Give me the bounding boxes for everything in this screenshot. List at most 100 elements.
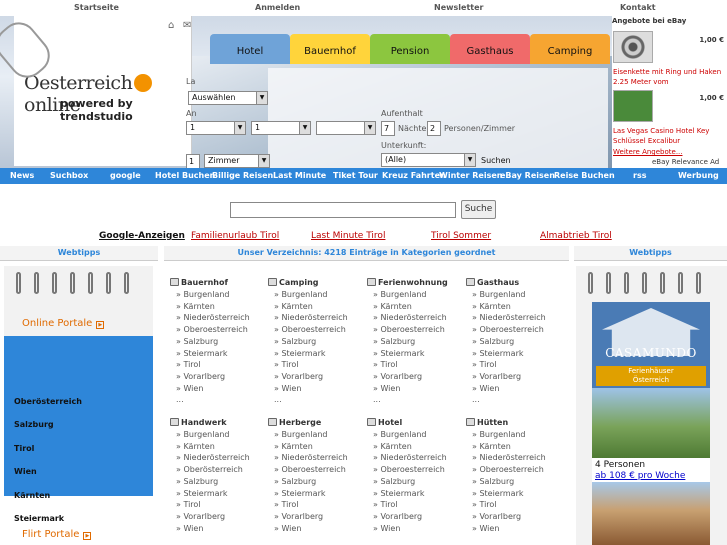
unterkunft-select[interactable]: (Alle) ▼: [381, 153, 476, 167]
category-item[interactable]: » Tirol: [466, 499, 546, 511]
category-item[interactable]: » Steiermark: [268, 488, 348, 500]
category-item[interactable]: » Vorarlberg: [170, 511, 250, 523]
nav-google[interactable]: google: [110, 171, 141, 180]
category-item[interactable]: » Kärnten: [466, 441, 546, 453]
tab-pension[interactable]: Pension: [370, 34, 450, 64]
category-title[interactable]: Camping: [268, 278, 348, 287]
category-item[interactable]: » Salzburg: [170, 336, 250, 348]
category-item[interactable]: » Vorarlberg: [466, 511, 546, 523]
ad-link[interactable]: Almabtrieb Tirol: [540, 231, 612, 241]
category-item[interactable]: » Vorarlberg: [367, 371, 448, 383]
nav-werbung[interactable]: Werbung: [678, 171, 719, 180]
category-item[interactable]: » Salzburg: [466, 336, 546, 348]
category-item[interactable]: » Tirol: [170, 359, 250, 371]
tab-bauernhof[interactable]: Bauernhof: [290, 34, 370, 64]
category-title[interactable]: Bauernhof: [170, 278, 250, 287]
extra-select[interactable]: ▼: [316, 121, 376, 135]
category-item[interactable]: » Oberoesterreich: [367, 464, 447, 476]
ad-link[interactable]: Last Minute Tirol: [311, 231, 385, 241]
category-item[interactable]: » Oberösterreich: [170, 464, 250, 476]
category-item[interactable]: » Steiermark: [170, 488, 250, 500]
category-item[interactable]: » Niederösterreich: [367, 312, 448, 324]
nav-hotel-buchen[interactable]: Hotel Buchen: [155, 171, 215, 180]
category-item[interactable]: » Oberoesterreich: [268, 464, 348, 476]
category-title[interactable]: Hütten: [466, 418, 546, 427]
category-item[interactable]: » Burgenland: [367, 429, 447, 441]
category-item[interactable]: » Tirol: [466, 359, 546, 371]
category-item[interactable]: » Steiermark: [367, 488, 447, 500]
category-item[interactable]: » Burgenland: [170, 289, 250, 301]
category-item[interactable]: » Salzburg: [367, 336, 448, 348]
category-item[interactable]: » Wien: [466, 383, 546, 395]
ad-link[interactable]: Familienurlaub Tirol: [191, 231, 279, 241]
category-item[interactable]: » Kärnten: [170, 301, 250, 313]
category-title[interactable]: Hotel: [367, 418, 447, 427]
category-item[interactable]: » Steiermark: [170, 348, 250, 360]
link-oberoesterreich[interactable]: Oberösterreich: [14, 397, 82, 406]
category-item[interactable]: » Niederösterreich: [466, 312, 546, 324]
category-title[interactable]: Gasthaus: [466, 278, 546, 287]
category-item[interactable]: » Wien: [268, 523, 348, 535]
category-item[interactable]: » Wien: [170, 383, 250, 395]
suchen-button[interactable]: Suchen: [481, 156, 511, 165]
category-item[interactable]: » Vorarlberg: [367, 511, 447, 523]
tab-camping[interactable]: Camping: [530, 34, 610, 64]
category-item[interactable]: » Niederösterreich: [367, 452, 447, 464]
flirt-portale-link[interactable]: Flirt Portale ▶: [22, 529, 92, 540]
category-item[interactable]: » Steiermark: [466, 488, 546, 500]
link-anmelden[interactable]: Anmelden: [255, 3, 300, 12]
naechte-input[interactable]: 7: [381, 121, 395, 136]
link-steiermark[interactable]: Steiermark: [14, 514, 64, 523]
category-item[interactable]: » Kärnten: [170, 441, 250, 453]
category-item[interactable]: » Steiermark: [268, 348, 348, 360]
tab-gasthaus[interactable]: Gasthaus: [450, 34, 530, 64]
nav-ebay-reisen[interactable]: eBay Reisen: [500, 171, 555, 180]
search-input[interactable]: [230, 202, 456, 218]
nav-kreuz-fahrten[interactable]: Kreuz Fahrten: [382, 171, 446, 180]
google-ads-label[interactable]: Google-Anzeigen: [99, 231, 185, 241]
online-portale-link[interactable]: Online Portale ▶: [22, 318, 105, 329]
category-item[interactable]: » Burgenland: [466, 429, 546, 441]
category-item[interactable]: » Niederösterreich: [268, 312, 348, 324]
ebay-item-image[interactable]: [613, 90, 653, 122]
zimmer-select[interactable]: Zimmer ▼: [204, 154, 270, 168]
category-item[interactable]: » Burgenland: [466, 289, 546, 301]
link-kaernten[interactable]: Kärnten: [14, 491, 50, 500]
zimmer-count-input[interactable]: 1: [186, 154, 200, 168]
tab-hotel[interactable]: Hotel: [210, 34, 290, 64]
nav-winter-reisen[interactable]: Winter Reisen: [439, 171, 502, 180]
category-item[interactable]: » Wien: [170, 523, 250, 535]
category-item[interactable]: » Burgenland: [268, 289, 348, 301]
category-item[interactable]: » Wien: [367, 383, 448, 395]
category-item[interactable]: » Salzburg: [268, 336, 348, 348]
nav-news[interactable]: News: [10, 171, 34, 180]
offer-price-link[interactable]: ab 108 € pro Woche: [595, 471, 685, 481]
category-item[interactable]: » Salzburg: [268, 476, 348, 488]
category-item[interactable]: » Burgenland: [268, 429, 348, 441]
category-item[interactable]: » Tirol: [367, 359, 448, 371]
nav-tiket-tour[interactable]: Tiket Tour: [333, 171, 378, 180]
category-item[interactable]: » Vorarlberg: [466, 371, 546, 383]
ebay-more-link[interactable]: Weitere Angebote...: [613, 147, 683, 157]
category-item[interactable]: » Wien: [466, 523, 546, 535]
category-item[interactable]: » Wien: [268, 383, 348, 395]
category-item[interactable]: » Kärnten: [268, 301, 348, 313]
nav-reise-buchen[interactable]: Reise Buchen: [554, 171, 615, 180]
category-item[interactable]: » Tirol: [367, 499, 447, 511]
category-item[interactable]: » Steiermark: [367, 348, 448, 360]
link-tirol[interactable]: Tirol: [14, 444, 34, 453]
ebay-item-image[interactable]: [613, 31, 653, 63]
link-wien[interactable]: Wien: [14, 467, 37, 476]
category-item[interactable]: » Niederösterreich: [466, 452, 546, 464]
link-kontakt[interactable]: Kontakt: [620, 3, 656, 12]
nav-billige-reisen[interactable]: Billige Reisen: [212, 171, 273, 180]
nav-suchbox[interactable]: Suchbox: [50, 171, 88, 180]
category-more[interactable]: ...: [268, 394, 348, 406]
category-item[interactable]: » Oberoesterreich: [466, 324, 546, 336]
category-item[interactable]: » Oberoesterreich: [466, 464, 546, 476]
search-button[interactable]: Suche: [461, 200, 496, 219]
category-item[interactable]: » Salzburg: [466, 476, 546, 488]
ad-link[interactable]: Tirol Sommer: [431, 231, 491, 241]
ebay-item-link[interactable]: Eisenkette mit Ring und Haken 2.25 Meter…: [613, 67, 725, 87]
category-item[interactable]: » Tirol: [170, 499, 250, 511]
